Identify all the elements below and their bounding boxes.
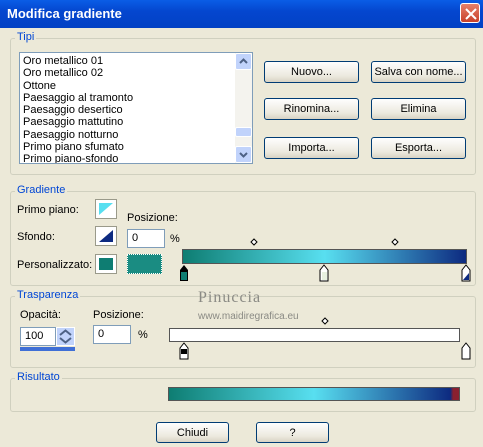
elimina-button[interactable]: Elimina (371, 98, 466, 120)
list-item[interactable]: Primo piano-sfondo (23, 153, 233, 163)
list-item[interactable]: Paesaggio notturno (23, 129, 233, 141)
tipi-group-label: Tipi (15, 31, 37, 43)
opacity-slider-bar[interactable] (20, 347, 75, 351)
primo-piano-label: Primo piano: (17, 204, 79, 216)
transparency-bar[interactable] (169, 328, 460, 342)
nuovo-button[interactable]: Nuovo... (264, 61, 359, 83)
foreground-swatch[interactable] (95, 199, 117, 219)
posizione-label: Posizione: (127, 212, 178, 224)
list-item[interactable]: Paesaggio al tramonto (23, 92, 233, 104)
importa-button[interactable]: Importa... (264, 137, 359, 159)
chiudi-button[interactable]: Chiudi (156, 422, 229, 443)
sfondo-label: Sfondo: (17, 231, 55, 243)
opacity-input[interactable]: 100 (20, 327, 56, 346)
transparency-midpoint-marker[interactable] (318, 316, 332, 328)
scroll-down-button[interactable] (235, 146, 252, 163)
close-icon (465, 8, 477, 20)
gradient-midpoint-markers[interactable] (240, 236, 410, 248)
chevron-down-icon (239, 152, 248, 158)
risultato-group-label: Risultato (15, 371, 62, 383)
gradiente-group-label: Gradiente (15, 184, 68, 196)
custom-color-swatch[interactable] (95, 254, 117, 274)
spinner-arrows-icon (59, 329, 72, 344)
esporta-button[interactable]: Esporta... (371, 137, 466, 159)
close-button[interactable] (460, 3, 480, 23)
list-item[interactable]: Paesaggio mattutino (23, 116, 233, 128)
foreground-gradient-icon (99, 203, 113, 215)
list-item[interactable]: Primo piano sfumato (23, 141, 233, 153)
background-swatch[interactable] (95, 226, 117, 246)
trasparenza-group-label: Trasparenza (15, 289, 81, 301)
gradient-type-list[interactable]: Oro metallico 01 Oro metallico 02 Ottone Pa… (19, 52, 253, 164)
background-gradient-icon (99, 230, 113, 242)
gradient-position-input[interactable]: 0 (127, 229, 165, 248)
watermark-line1: Pinuccia (198, 289, 262, 306)
result-preview-bar (168, 387, 460, 401)
list-scrollbar[interactable] (235, 53, 252, 163)
list-item[interactable]: Paesaggio desertico (23, 104, 233, 116)
gradient-color-stops[interactable] (176, 264, 476, 284)
trasparenza-posizione-label: Posizione: (93, 309, 144, 321)
title-bar: Modifica gradiente (0, 0, 483, 28)
personalizzato-label: Personalizzato: (17, 259, 93, 271)
transparency-percent-label: % (138, 329, 148, 341)
gradient-bar[interactable] (182, 249, 467, 264)
watermark-line2: www.maidiregrafica.eu (198, 311, 299, 322)
custom-color-preview[interactable] (127, 254, 162, 274)
scroll-thumb[interactable] (235, 127, 252, 137)
transparency-stops[interactable] (176, 342, 476, 360)
window-title: Modifica gradiente (7, 6, 122, 21)
scroll-up-button[interactable] (235, 53, 252, 70)
chevron-up-icon (239, 58, 248, 64)
transparency-position-input[interactable]: 0 (93, 325, 131, 344)
list-item[interactable]: Ottone (23, 80, 233, 92)
salva-con-nome-button[interactable]: Salva con nome... (371, 61, 466, 83)
opacita-label: Opacità: (20, 309, 61, 321)
opacity-spinner[interactable] (56, 327, 75, 346)
rinomina-button[interactable]: Rinomina... (264, 98, 359, 120)
gradient-percent-label: % (170, 233, 180, 245)
list-item[interactable]: Oro metallico 02 (23, 67, 233, 79)
list-item[interactable]: Oro metallico 01 (23, 55, 233, 67)
help-button[interactable]: ? (256, 422, 329, 443)
